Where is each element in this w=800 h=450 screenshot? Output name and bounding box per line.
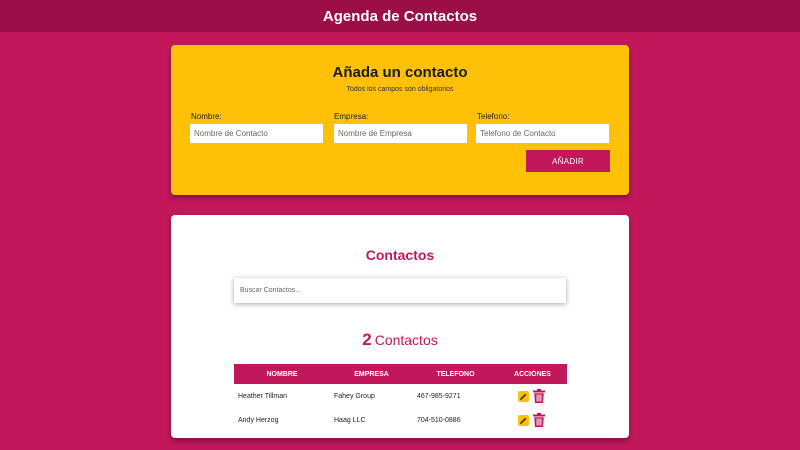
pencil-icon[interactable] (518, 414, 529, 426)
contact-company: Fahey Group (334, 392, 375, 400)
company-input[interactable] (334, 124, 467, 143)
form-subtitle: Todos los campos son obligatorios (346, 86, 454, 93)
contacts-count: 2 Contactos (171, 330, 629, 350)
contacts-title: Contactos (365, 247, 435, 263)
contact-phone: 704-510-0886 (417, 416, 461, 424)
add-contact-form: Añada un contacto Todos los campos son o… (171, 45, 629, 195)
phone-label: Telefono: (477, 112, 510, 121)
column-header-name: NOMBRE (234, 364, 330, 384)
contact-actions (498, 384, 567, 408)
trash-icon[interactable] (533, 413, 545, 427)
column-header-company: EMPRESA (330, 364, 413, 384)
contacts-count-number: 2 (362, 330, 372, 349)
contacts-count-label: Contactos (374, 332, 438, 348)
app-title: Agenda de Contactos (322, 7, 478, 25)
contact-company: Haag LLC (334, 416, 366, 424)
table-header-row: NOMBRE EMPRESA TELEFONO ACCIONES (234, 364, 567, 384)
app-header: Agenda de Contactos (0, 0, 800, 32)
contacts-table: NOMBRE EMPRESA TELEFONO ACCIONES Heather… (234, 364, 567, 432)
contact-name: Andy Herzog (238, 416, 279, 424)
pencil-icon[interactable] (518, 390, 529, 402)
contact-phone: 467-985-9271 (417, 392, 461, 400)
trash-icon[interactable] (533, 389, 545, 403)
add-contact-button[interactable]: AÑADIR (526, 150, 610, 172)
contacts-panel: Contactos 2Contactos NOMBRE EMPRESA TELE… (171, 215, 629, 438)
search-input[interactable] (234, 278, 566, 303)
contact-name: Heather Tillman (238, 392, 288, 400)
company-label: Empresa: (334, 112, 369, 121)
table-row: Andy Herzog Haag LLC 704-510-0886 (234, 408, 567, 432)
phone-input[interactable] (476, 124, 609, 143)
form-title: Añada un contacto (332, 64, 468, 81)
contact-actions (498, 408, 567, 432)
name-input[interactable] (190, 124, 323, 143)
table-row: Heather Tillman Fahey Group 467-985-9271 (234, 384, 567, 408)
column-header-phone: TELEFONO (413, 364, 498, 384)
column-header-actions: ACCIONES (498, 364, 567, 384)
name-label: Nombre: (191, 112, 222, 121)
